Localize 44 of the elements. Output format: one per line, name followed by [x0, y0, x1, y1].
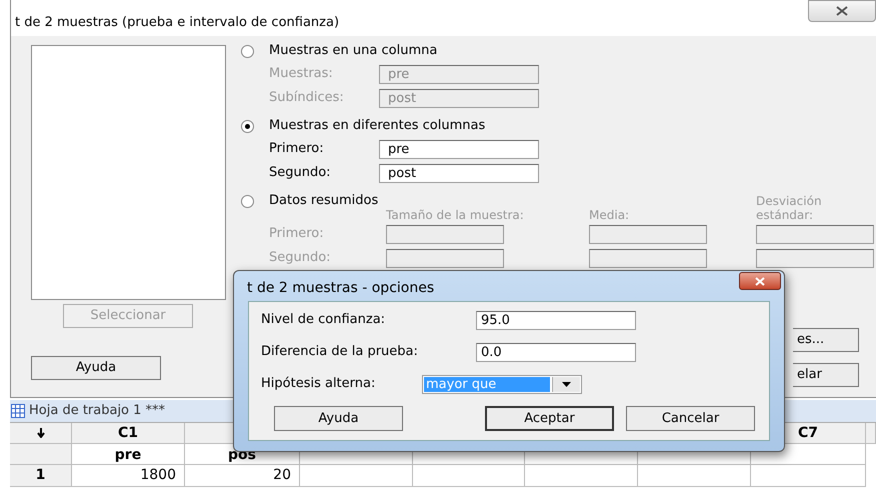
table-cell: 20: [185, 465, 300, 487]
row-number: 1: [10, 465, 72, 487]
radio-button[interactable]: [241, 44, 254, 58]
dialog-button[interactable]: Aceptar: [485, 406, 614, 431]
field-label: Nivel de confianza:: [261, 311, 386, 330]
worksheet-title: Hoja de trabajo 1 ***: [29, 402, 166, 420]
field-label: Primero:: [269, 140, 325, 158]
option-label: Muestras en una columna: [269, 42, 438, 60]
caret-icon: [552, 376, 580, 392]
input-field[interactable]: 95.0: [476, 310, 636, 330]
dialog-button[interactable]: elar: [793, 363, 859, 387]
dialog-title: t de 2 muestras - opciones: [247, 279, 434, 298]
dropdown-value: mayor que: [424, 376, 550, 392]
column-heading: Desviación estándar:: [756, 194, 823, 222]
column-header: C1: [72, 423, 185, 444]
dialog-button[interactable]: Cancelar: [626, 406, 755, 431]
column-heading: Media:: [589, 208, 630, 222]
input-field[interactable]: 0.0: [476, 342, 636, 362]
close-icon: [754, 276, 766, 286]
row-label: Segundo:: [269, 249, 332, 268]
field-label: Diferencia de la prueba:: [261, 343, 419, 362]
field-label: Segundo:: [269, 164, 332, 182]
grid-icon: [11, 404, 25, 418]
column-header: [866, 423, 876, 444]
help-button[interactable]: Ayuda: [31, 356, 161, 380]
field-label: Muestras:: [269, 65, 334, 84]
column-name: pre: [72, 444, 185, 465]
dialog-button[interactable]: Ayuda: [274, 406, 403, 431]
field-label: Hipótesis alterna:: [261, 375, 376, 394]
window-title: t de 2 muestras (prueba e intervalo de confianza): [15, 14, 340, 32]
option-label: Datos resumidos: [269, 192, 378, 210]
input-field[interactable]: pre: [379, 140, 539, 158]
radio-button[interactable]: [241, 120, 254, 132]
field-label: Subíndices:: [269, 89, 345, 108]
input-field[interactable]: post: [379, 164, 539, 182]
row-label: Primero:: [269, 225, 325, 244]
column-heading: Tamaño de la muestra:: [386, 208, 525, 222]
close-button[interactable]: [739, 272, 781, 290]
down-arrow-icon: [36, 428, 44, 438]
close-icon: [835, 6, 849, 16]
table-cell: 1800: [72, 465, 185, 487]
option-label: Muestras en diferentes columnas: [269, 117, 486, 136]
dialog-button[interactable]: es...: [793, 328, 859, 352]
close-button[interactable]: [808, 0, 876, 22]
